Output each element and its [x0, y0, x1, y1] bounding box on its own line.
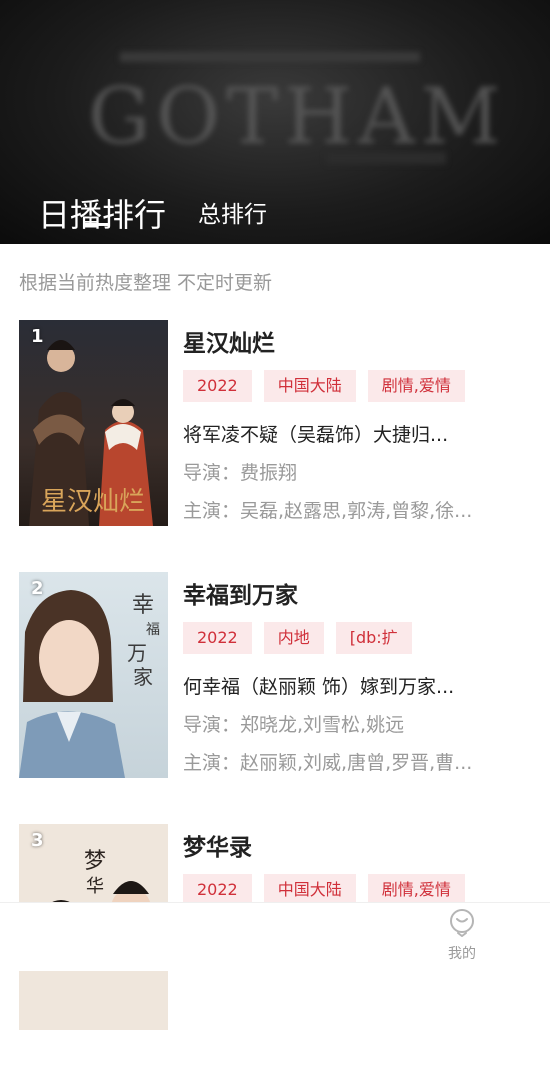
item-cast: 主演：吴磊,赵露思,郭涛,曾黎,徐...: [183, 500, 473, 522]
poster-image[interactable]: 星汉灿烂 1: [19, 320, 168, 526]
svg-text:福: 福: [146, 622, 160, 638]
tag-region: 内地: [263, 622, 324, 654]
item-cast: 主演：赵丽颖,刘威,唐曾,罗晋,曹...: [183, 752, 473, 774]
hero-watermark: GOTHAM: [88, 72, 507, 162]
rank-number: 3: [31, 830, 44, 851]
tag-list: 2022 内地 [db:扩: [183, 622, 424, 654]
poster-title-calligraphy: 梦 华: [84, 849, 106, 897]
svg-text:梦: 梦: [84, 849, 106, 874]
hero-banner: GOTHAM 日播排行 总排行: [0, 0, 550, 244]
item-director: 导演：费振翔: [183, 462, 298, 484]
tag-genre: 剧情,爱情: [367, 370, 465, 402]
tab-active-indicator: [84, 223, 110, 226]
ranking-tabs: 日播排行 总排行: [38, 196, 267, 234]
rank-number: 1: [31, 326, 44, 347]
tab-total-ranking[interactable]: 总排行: [198, 199, 267, 231]
item-title[interactable]: 幸福到万家: [183, 576, 298, 610]
nav-item-mine[interactable]: 我的: [442, 909, 482, 963]
item-title[interactable]: 梦华录: [183, 828, 252, 862]
hero-blur-text: [120, 52, 420, 62]
poster-art: 星汉灿烂: [19, 320, 168, 526]
svg-text:幸: 幸: [132, 593, 154, 618]
tag-region: 中国大陆: [263, 370, 356, 402]
tab-daily-ranking[interactable]: 日播排行: [38, 196, 166, 234]
item-description: 何幸福（赵丽颖 饰）嫁到万家...: [183, 676, 455, 698]
svg-text:家: 家: [133, 665, 153, 689]
tag-year: 2022: [183, 370, 252, 402]
poster-art: 幸 福 万 家: [19, 572, 168, 778]
tab-label: 日播排行: [38, 196, 167, 234]
item-director: 导演：郑晓龙,刘雪松,姚远: [183, 714, 405, 736]
bottom-nav-bar: 我的: [0, 902, 550, 971]
poster-image[interactable]: 幸 福 万 家 2: [19, 572, 168, 778]
svg-text:华: 华: [86, 876, 104, 897]
list-item[interactable]: 星汉灿烂 1 星汉灿烂 2022 中国大陆 剧情,爱情 将军凌不疑（吴磊饰）大捷…: [0, 320, 550, 572]
tab-label: 总排行: [198, 202, 268, 228]
rank-number: 2: [31, 578, 44, 599]
tag-list: 2022 中国大陆 剧情,爱情: [183, 370, 477, 402]
item-description: 将军凌不疑（吴磊饰）大捷归...: [183, 424, 449, 446]
tag-year: 2022: [183, 622, 252, 654]
profile-icon: [450, 909, 474, 938]
poster-title-calligraphy: 星汉灿烂: [41, 487, 145, 517]
tag-genre: [db:扩: [335, 622, 412, 654]
list-item[interactable]: 幸 福 万 家 2 幸福到万家 2022 内地 [db:扩 何幸福（赵丽颖 饰）…: [0, 572, 550, 824]
list-subtitle: 根据当前热度整理 不定时更新: [19, 272, 273, 294]
hero-blur-text: [326, 152, 446, 164]
nav-label: 我的: [448, 946, 476, 962]
svg-text:星汉灿烂: 星汉灿烂: [41, 487, 145, 517]
svg-text:万: 万: [127, 641, 147, 665]
item-title[interactable]: 星汉灿烂: [183, 324, 275, 358]
